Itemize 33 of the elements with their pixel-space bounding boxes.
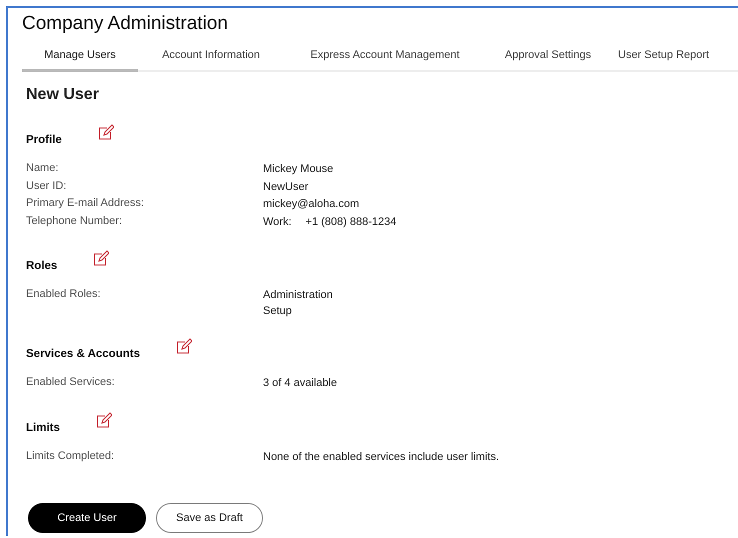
section-title: Limits (26, 422, 60, 434)
field-value: +1 (808) 888-1234 (306, 214, 396, 230)
draft-button[interactable]: Save as Draft (156, 503, 263, 533)
field-label: Limits Completed: (26, 448, 116, 464)
field-value: Administration (263, 288, 333, 302)
section-title: Roles (26, 260, 58, 272)
field-label: User ID: (26, 178, 68, 194)
field-label: Primary E-mail Address: (26, 196, 145, 211)
field-value: Setup (263, 304, 293, 318)
edit-icon[interactable] (96, 412, 112, 428)
tab[interactable]: Express Account Management (284, 49, 486, 72)
field-value: Mickey Mouse (263, 162, 334, 176)
tab[interactable]: User Setup Report (610, 49, 720, 72)
section-heading: New User (26, 86, 99, 104)
field-label: Name: (26, 161, 60, 176)
field-value: NewUser (263, 180, 308, 194)
section-title: Services & Accounts (26, 348, 140, 360)
tab[interactable]: Approval Settings (486, 49, 610, 72)
edit-icon[interactable] (176, 338, 192, 354)
field-value: None of the enabled services include user limits. (263, 450, 500, 464)
tab[interactable]: Account Information (138, 49, 284, 72)
create-button[interactable]: Create User (28, 503, 146, 533)
field-label: Enabled Services: (26, 375, 116, 390)
field-value: 3 of 4 available (263, 376, 337, 390)
edit-icon[interactable] (93, 250, 110, 266)
field-value: Work: (263, 214, 292, 230)
page-title: Company Administration (22, 13, 228, 35)
field-label: Telephone Number: (26, 214, 124, 228)
field-value: mickey@aloha.com (263, 197, 360, 211)
field-label: Enabled Roles: (26, 287, 102, 302)
tab[interactable]: Manage Users (22, 49, 138, 72)
edit-icon[interactable] (98, 124, 114, 140)
section-title: Profile (26, 134, 62, 146)
